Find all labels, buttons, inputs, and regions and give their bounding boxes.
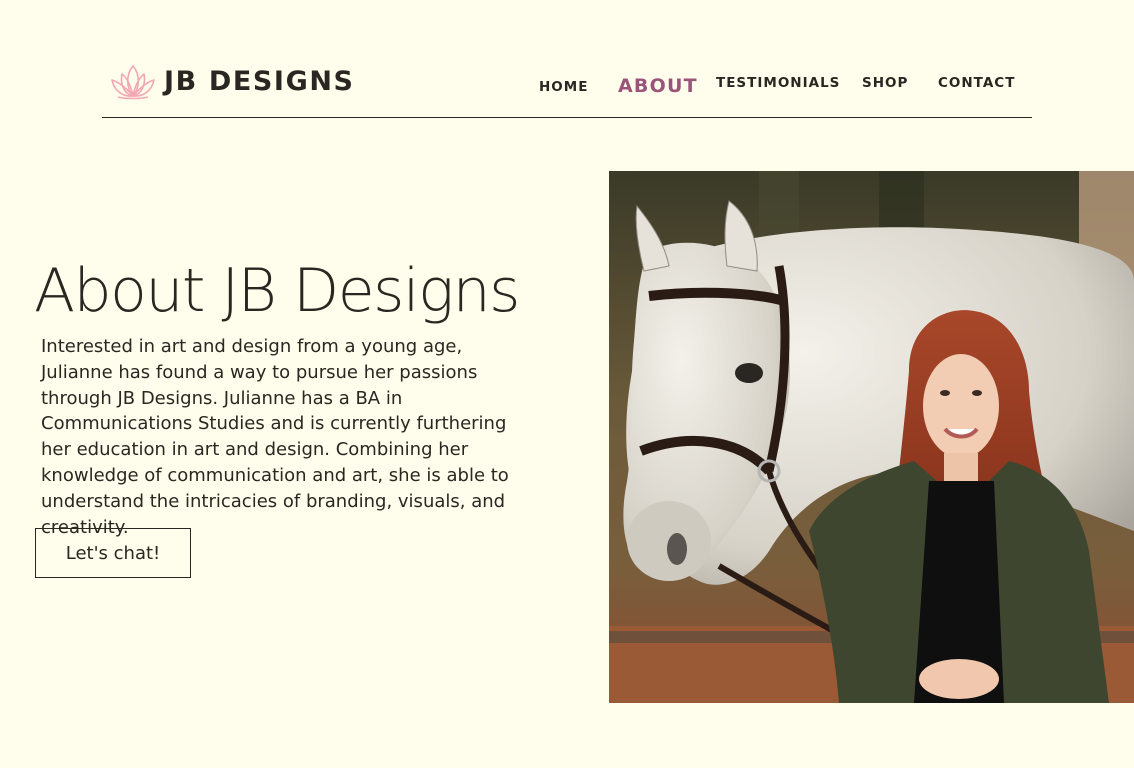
nav-contact[interactable]: CONTACT (938, 75, 1015, 91)
page-title: About JB Designs (34, 256, 520, 326)
lets-chat-button[interactable]: Let's chat! (35, 528, 191, 578)
brand-name: JB DESIGNS (164, 65, 355, 97)
nav-testimonials[interactable]: TESTIMONIALS (716, 75, 840, 91)
about-paragraph: Interested in art and design from a youn… (41, 336, 509, 538)
nav-shop[interactable]: SHOP (862, 75, 908, 91)
nav-about[interactable]: ABOUT (618, 75, 698, 97)
hero-photo (609, 171, 1134, 703)
lotus-icon (110, 60, 156, 102)
nav-home[interactable]: HOME (539, 79, 588, 95)
header-divider (102, 117, 1032, 118)
logo-link[interactable]: JB DESIGNS (110, 60, 355, 102)
